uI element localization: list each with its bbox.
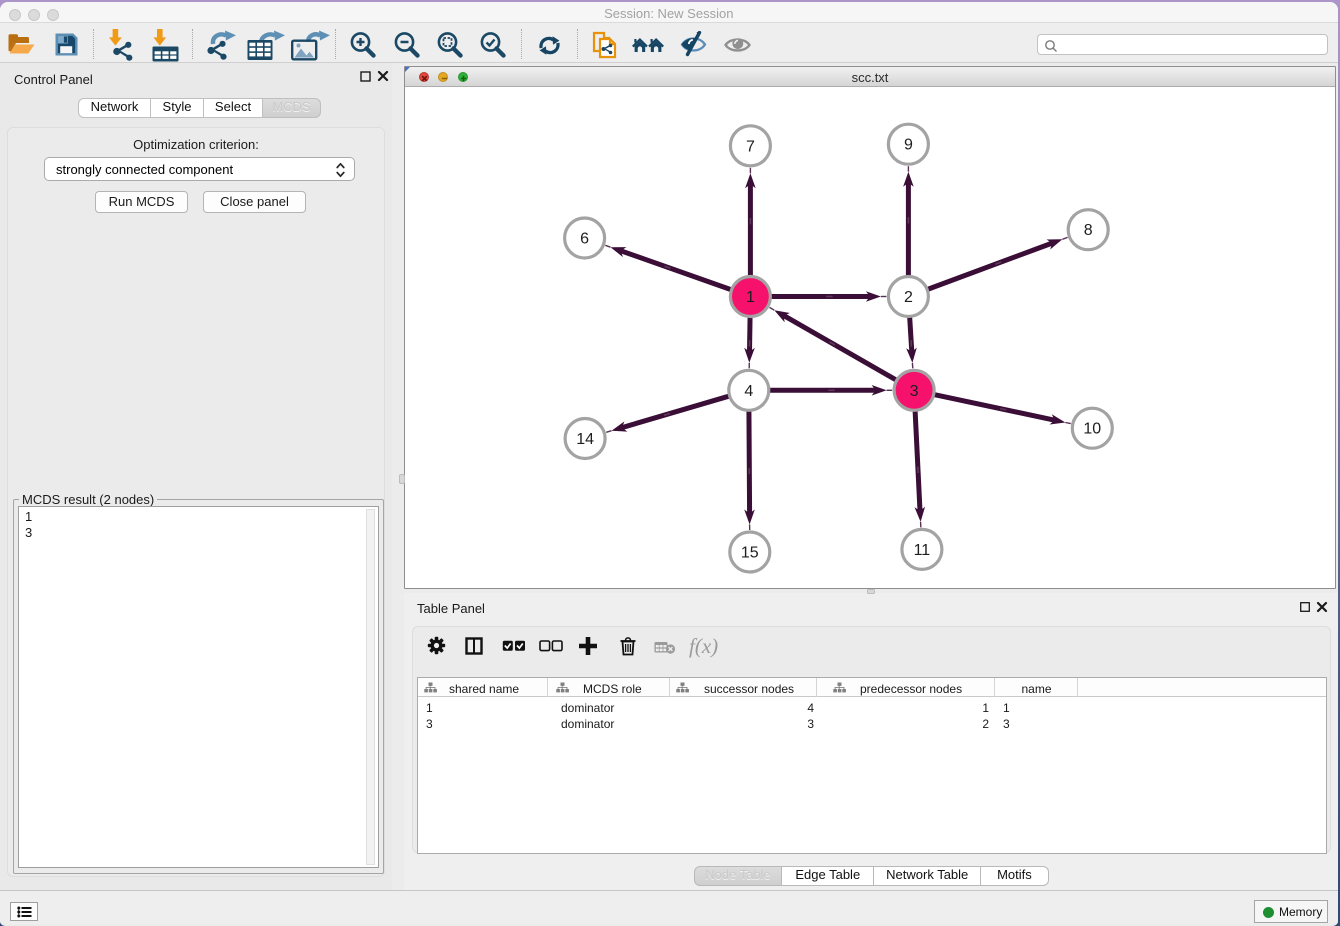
svg-text:4: 4 (744, 383, 753, 400)
svg-text:11: 11 (914, 542, 931, 559)
svg-text:2: 2 (904, 289, 913, 306)
svg-text:14: 14 (576, 431, 594, 448)
svg-text:6: 6 (580, 231, 589, 248)
svg-text:3: 3 (910, 383, 919, 400)
svg-text:1: 1 (746, 289, 755, 306)
svg-text:7: 7 (746, 138, 755, 155)
svg-text:10: 10 (1083, 421, 1101, 438)
svg-text:15: 15 (741, 545, 759, 562)
svg-text:9: 9 (904, 137, 913, 154)
svg-text:8: 8 (1084, 222, 1093, 239)
